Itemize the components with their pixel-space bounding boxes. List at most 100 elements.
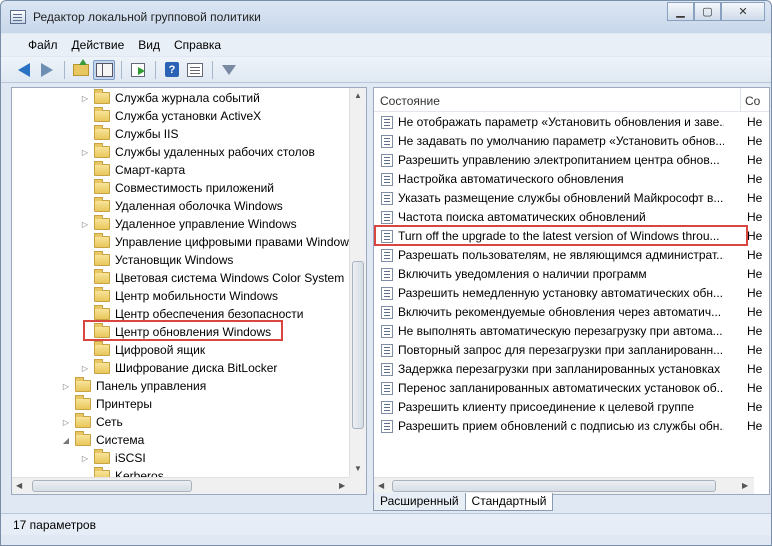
tree-item[interactable]: Принтеры <box>61 395 152 413</box>
expander-icon[interactable]: ▷ <box>80 219 90 229</box>
filter-button[interactable] <box>218 60 240 80</box>
tree-item[interactable]: Цветовая система Windows Color System <box>80 269 344 287</box>
tree-item[interactable]: Совместимость приложений <box>80 179 274 197</box>
expander-icon <box>80 291 90 301</box>
policy-setting-icon <box>381 363 393 376</box>
minimize-button[interactable]: ▁ <box>667 2 694 21</box>
tree-vertical-scrollbar[interactable]: ▲ ▼ <box>349 88 366 477</box>
properties-button[interactable] <box>184 60 206 80</box>
back-button[interactable] <box>13 60 35 80</box>
tree-item[interactable]: ▷ Удаленное управление Windows <box>80 215 297 233</box>
tree-item[interactable]: ▷ Шифрование диска BitLocker <box>80 359 277 377</box>
forward-arrow-icon <box>41 62 53 77</box>
close-button[interactable]: ✕ <box>721 2 765 21</box>
tree-item-label: Смарт-карта <box>115 163 186 177</box>
policy-row[interactable]: Перенос запланированных автоматических у… <box>374 379 769 398</box>
policy-row[interactable]: Не выполнять автоматическую перезагрузку… <box>374 322 769 341</box>
policy-row[interactable]: Включить уведомления о наличии программ Н… <box>374 265 769 284</box>
export-list-button[interactable] <box>127 60 149 80</box>
policy-row[interactable]: Повторный запрос для перезагрузки при за… <box>374 341 769 360</box>
tree-item-label: Цифровой ящик <box>115 343 206 357</box>
tree-item[interactable]: Центр мобильности Windows <box>80 287 278 305</box>
tree-horizontal-scrollbar[interactable]: ◀ ▶ <box>12 477 351 494</box>
tab-extended[interactable]: Расширенный <box>373 493 466 511</box>
policy-row[interactable]: Разрешить управлению электропитанием цен… <box>374 151 769 170</box>
policy-row[interactable]: Не отображать параметр «Установить обнов… <box>374 113 769 132</box>
policy-name: Разрешать пользователям, не являющимся а… <box>398 248 724 262</box>
policy-name: Частота поиска автоматических обновлений <box>398 210 646 224</box>
scroll-down-icon[interactable]: ▼ <box>354 464 362 473</box>
menu-view[interactable]: Вид <box>131 38 167 52</box>
tree-item[interactable]: ▷ Панель управления <box>61 377 206 395</box>
folder-icon <box>94 359 110 374</box>
policy-row[interactable]: Разрешить прием обновлений с подписью из… <box>374 417 769 436</box>
policy-row[interactable]: Разрешать пользователям, не являющимся а… <box>374 246 769 265</box>
scroll-left-icon[interactable]: ◀ <box>16 481 22 490</box>
scroll-thumb[interactable] <box>32 480 192 492</box>
policy-row[interactable]: Указать размещение службы обновлений Май… <box>374 189 769 208</box>
scroll-right-icon[interactable]: ▶ <box>742 481 748 490</box>
policy-name: Разрешить немедленную установку автомати… <box>398 286 723 300</box>
scroll-thumb[interactable] <box>392 480 716 492</box>
tree-item[interactable]: ▷ Сеть <box>61 413 123 431</box>
export-list-icon <box>131 62 145 77</box>
scroll-up-icon[interactable]: ▲ <box>354 91 362 100</box>
tree-item[interactable]: Управление цифровыми правами Windows <box>80 233 355 251</box>
tab-standard[interactable]: Стандартный <box>464 493 554 511</box>
tree-item-label: Службы удаленных рабочих столов <box>115 145 315 159</box>
tree-item[interactable]: ▷ Службы удаленных рабочих столов <box>80 143 315 161</box>
tree-item[interactable]: Удаленная оболочка Windows <box>80 197 283 215</box>
tree-item[interactable]: Служба установки ActiveX <box>80 107 261 125</box>
expander-icon <box>80 165 90 175</box>
folder-icon <box>94 125 110 140</box>
column-divider[interactable] <box>740 88 741 112</box>
policy-row[interactable]: Настройка автоматического обновления Не <box>374 170 769 189</box>
status-bar: 17 параметров <box>1 513 771 535</box>
policy-row[interactable]: Не задавать по умолчанию параметр «Устан… <box>374 132 769 151</box>
tree-item[interactable]: Цифровой ящик <box>80 341 205 359</box>
folder-icon <box>75 377 91 392</box>
policy-row[interactable]: Задержка перезагрузки при запланированны… <box>374 360 769 379</box>
expander-icon[interactable]: ▷ <box>80 93 90 103</box>
tree-item-label: Система <box>96 433 145 447</box>
expander-icon[interactable]: ▷ <box>80 147 90 157</box>
tree-item[interactable]: Установщик Windows <box>80 251 233 269</box>
expander-icon <box>80 201 90 211</box>
column-header-comment[interactable]: Со <box>745 94 760 108</box>
policy-name: Разрешить управлению электропитанием цен… <box>398 153 720 167</box>
forward-button[interactable] <box>36 60 58 80</box>
tree-item[interactable]: Службы IIS <box>80 125 178 143</box>
tree-item[interactable]: Смарт-карта <box>80 161 185 179</box>
list-horizontal-scrollbar[interactable]: ◀ ▶ <box>374 477 754 494</box>
scroll-left-icon[interactable]: ◀ <box>378 481 384 490</box>
expander-icon[interactable]: ▷ <box>61 381 71 391</box>
tree-item-label: Служба установки ActiveX <box>115 109 262 123</box>
scroll-right-icon[interactable]: ▶ <box>339 481 345 490</box>
policy-state: Не <box>747 305 763 319</box>
up-button[interactable] <box>70 58 92 80</box>
policy-state: Не <box>747 210 763 224</box>
menu-help[interactable]: Справка <box>167 38 228 52</box>
expander-icon[interactable]: ▷ <box>80 453 90 463</box>
tree-item[interactable]: ▷ Служба журнала событий <box>80 89 260 107</box>
policy-row[interactable]: Разрешить клиенту присоединение к целево… <box>374 398 769 417</box>
expander-icon[interactable]: ▷ <box>80 363 90 373</box>
expander-icon[interactable]: ▷ <box>61 417 71 427</box>
policy-row[interactable]: Разрешить немедленную установку автомати… <box>374 284 769 303</box>
expander-icon[interactable]: ◢ <box>61 435 71 445</box>
policy-row[interactable]: Включить рекомендуемые обновления через … <box>374 303 769 322</box>
help-button[interactable]: ? <box>161 60 183 80</box>
help-icon: ? <box>165 62 179 77</box>
tree-item[interactable]: ▷ iSCSI <box>80 449 146 467</box>
policy-name: Не выполнять автоматическую перезагрузку… <box>398 324 723 338</box>
column-header-state[interactable]: Состояние <box>380 94 440 108</box>
tree-item[interactable]: ◢ Система <box>61 431 144 449</box>
policy-name: Перенос запланированных автоматических у… <box>398 381 724 395</box>
policy-name: Указать размещение службы обновлений Май… <box>398 191 724 205</box>
show-hide-tree-button[interactable] <box>93 59 115 80</box>
menu-action[interactable]: Действие <box>65 38 132 52</box>
maximize-button[interactable]: ▢ <box>694 2 721 21</box>
folder-icon <box>94 251 110 266</box>
menu-file[interactable]: Файл <box>21 38 65 52</box>
scroll-thumb[interactable] <box>352 261 364 429</box>
